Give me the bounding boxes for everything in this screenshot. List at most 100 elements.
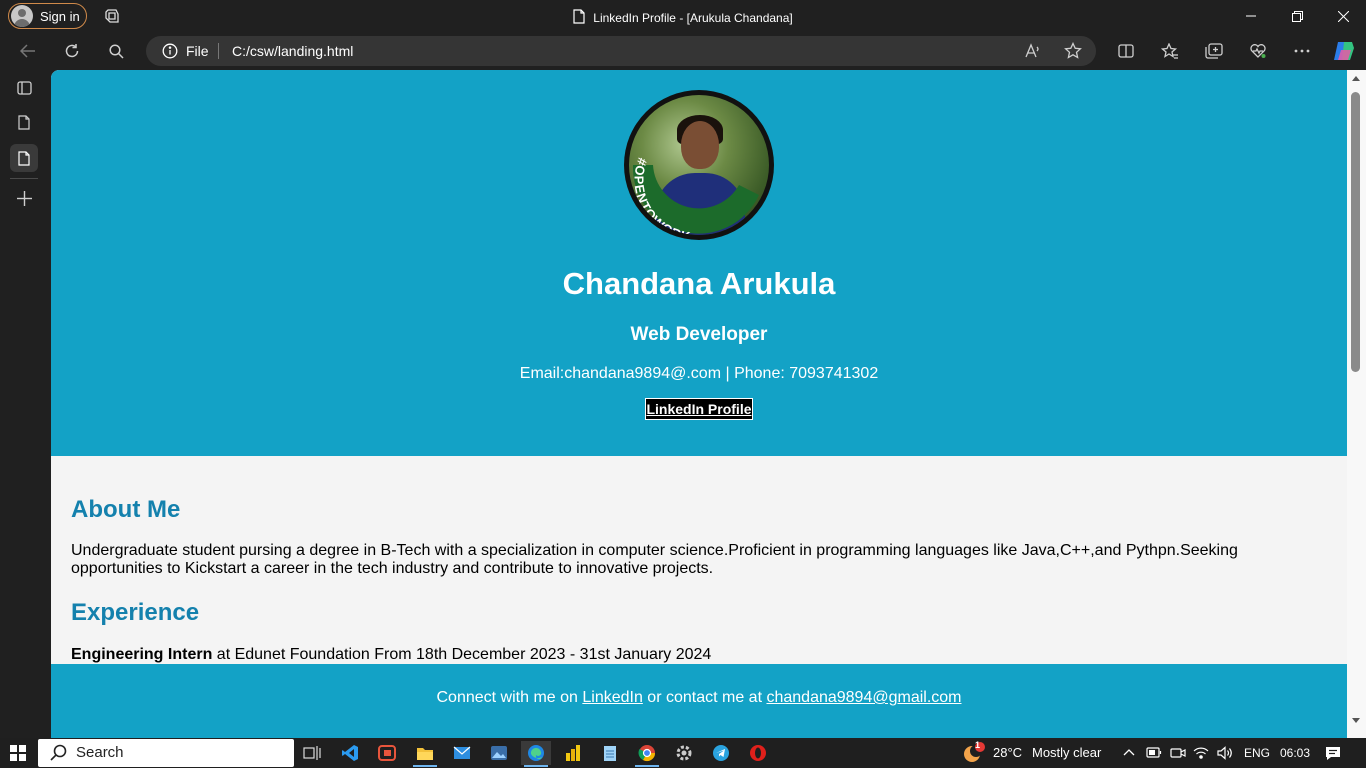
favorite-star-icon[interactable] — [1064, 42, 1082, 60]
close-icon — [1337, 10, 1349, 22]
notification-icon[interactable] — [1325, 746, 1341, 761]
favorites-button[interactable] — [1156, 38, 1184, 64]
heart-pulse-icon — [1250, 44, 1266, 58]
volume-icon[interactable] — [1217, 746, 1233, 760]
address-bar[interactable]: File C:/csw/landing.html — [146, 36, 1096, 66]
taskbar-search-box[interactable]: Search — [38, 739, 294, 767]
browser-essentials-button[interactable] — [1244, 38, 1272, 64]
running-indicator — [635, 765, 659, 767]
profile-role: Web Developer — [630, 324, 768, 345]
chrome-app[interactable] — [632, 741, 662, 767]
opera-icon — [750, 745, 766, 761]
title-bar: Sign in LinkedIn Profile - [Arukula Chan… — [0, 0, 1366, 32]
scheme-label: File — [186, 43, 209, 59]
notepad-icon — [604, 746, 616, 761]
running-indicator — [413, 765, 437, 767]
profile-photo: #OPENTOWORK — [624, 90, 774, 240]
gear-icon — [676, 745, 692, 761]
mail-icon — [453, 746, 471, 759]
telegram-icon — [713, 745, 729, 761]
page-icon — [18, 114, 30, 130]
windows-logo-icon — [10, 754, 17, 761]
weather-temp[interactable]: 28°C — [993, 745, 1022, 760]
start-button[interactable] — [10, 745, 26, 761]
copilot-button[interactable] — [1330, 38, 1358, 64]
windows-logo-icon — [19, 754, 26, 761]
vscode-icon — [342, 745, 358, 761]
settings-app[interactable] — [669, 741, 699, 765]
collections-button[interactable] — [1200, 38, 1228, 64]
collections-icon — [1205, 43, 1223, 59]
url-text[interactable]: C:/csw/landing.html — [232, 43, 353, 59]
profile-photo-image: #OPENTOWORK — [629, 95, 769, 235]
plus-icon — [16, 190, 32, 206]
footer-linkedin-link[interactable]: LinkedIn — [582, 689, 643, 706]
split-screen-icon — [1118, 44, 1134, 58]
search-icon — [108, 43, 124, 59]
scrollbar-thumb[interactable] — [1351, 92, 1360, 372]
new-tab-button[interactable] — [10, 184, 38, 212]
clock[interactable]: 06:03 — [1280, 746, 1310, 760]
profile-header: #OPENTOWORK Chandana Arukula Web Develop… — [51, 70, 1347, 456]
restore-icon — [1291, 10, 1303, 22]
office-app[interactable] — [372, 741, 402, 765]
tab-actions-button[interactable] — [10, 74, 38, 102]
file-explorer-app[interactable] — [410, 741, 440, 767]
window-title-text: LinkedIn Profile - [Arukula Chandana] — [593, 11, 793, 25]
taskbar-search-label: Search — [76, 744, 124, 761]
battery-icon[interactable] — [1146, 747, 1162, 758]
windows-logo-icon — [10, 745, 17, 752]
split-screen-button[interactable] — [1112, 38, 1140, 64]
footer-email-link[interactable]: chandana9894@gmail.com — [766, 689, 961, 706]
task-view-button[interactable] — [297, 741, 327, 765]
minimize-button[interactable] — [1228, 0, 1274, 32]
language-indicator[interactable]: ENG — [1244, 746, 1270, 760]
footer-prefix: Connect with me on — [436, 689, 583, 706]
more-options-button[interactable] — [1288, 38, 1316, 64]
sidebar-tab-1[interactable] — [10, 108, 38, 136]
back-button[interactable] — [14, 38, 42, 64]
profile-name: Chandana Arukula — [562, 266, 836, 301]
windows-taskbar: Search 1 28°C Mostly clear ENG 06:03 — [0, 738, 1366, 768]
chevron-up-icon[interactable] — [1123, 748, 1135, 756]
copilot-icon — [1334, 42, 1354, 60]
restore-button[interactable] — [1274, 0, 1320, 32]
about-text: Undergraduate student pursing a degree i… — [71, 542, 1238, 577]
favorites-icon — [1161, 43, 1178, 59]
back-arrow-icon — [20, 44, 35, 58]
vertical-tab-sidebar — [0, 70, 48, 738]
edge-app[interactable] — [521, 741, 551, 767]
page-icon — [18, 150, 30, 166]
scroll-down-arrow-icon[interactable] — [1352, 718, 1360, 723]
meet-now-icon[interactable] — [1170, 746, 1186, 760]
windows-logo-icon — [19, 745, 26, 752]
task-view-icon — [303, 746, 321, 760]
notepad-app[interactable] — [595, 741, 625, 765]
folder-icon — [417, 748, 433, 760]
page-footer: Connect with me on LinkedIn or contact m… — [51, 664, 1347, 738]
close-button[interactable] — [1320, 0, 1366, 32]
photos-icon — [491, 746, 507, 760]
telegram-app[interactable] — [706, 741, 736, 765]
chrome-icon — [638, 745, 656, 762]
network-icon[interactable] — [1193, 746, 1209, 760]
experience-detail: at Edunet Foundation From 18th December … — [212, 646, 712, 663]
vertical-scrollbar[interactable] — [1347, 70, 1366, 738]
mail-app[interactable] — [447, 741, 477, 765]
scroll-up-arrow-icon[interactable] — [1352, 76, 1360, 81]
photos-app[interactable] — [484, 741, 514, 765]
sidebar-tab-2-active[interactable] — [10, 144, 38, 172]
linkedin-profile-button[interactable]: LinkedIn Profile — [645, 398, 753, 420]
info-icon[interactable] — [162, 43, 178, 59]
weather-moon-icon — [964, 742, 985, 762]
power-bi-app[interactable] — [558, 741, 588, 765]
refresh-icon — [65, 44, 79, 58]
read-aloud-icon[interactable] — [1024, 42, 1042, 60]
opera-app[interactable] — [743, 741, 773, 765]
weather-desc[interactable]: Mostly clear — [1032, 745, 1101, 760]
vscode-app[interactable] — [335, 741, 365, 765]
about-heading: About Me — [71, 496, 181, 523]
weather-widget[interactable] — [958, 741, 988, 765]
search-page-button[interactable] — [102, 38, 130, 64]
refresh-button[interactable] — [58, 38, 86, 64]
